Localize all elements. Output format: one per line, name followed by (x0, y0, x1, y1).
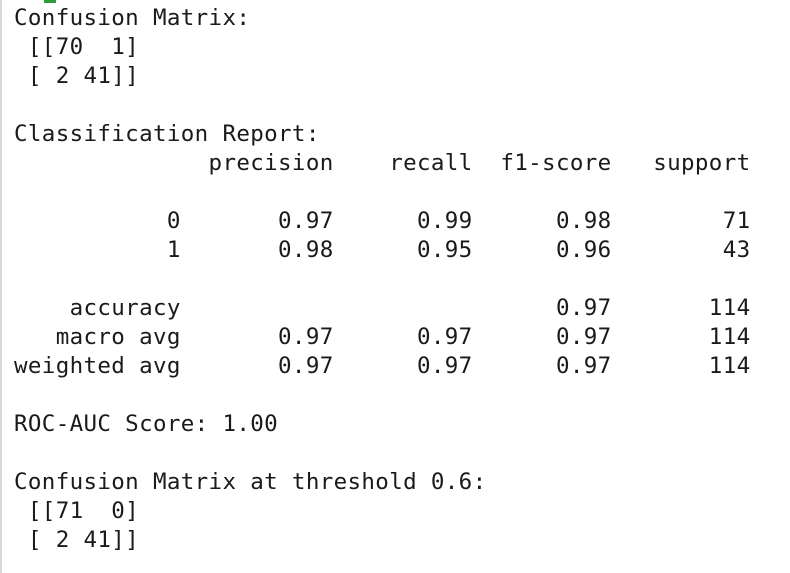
roc-auc-score-line: ROC-AUC Score: 1.00 (14, 411, 279, 437)
report-row-weighted-avg: weighted avg 0.97 0.97 0.97 114 (14, 353, 751, 379)
threshold-confusion-matrix-row-2: [ 2 41]] (14, 527, 140, 553)
report-row-macro-avg: macro avg 0.97 0.97 0.97 114 (14, 324, 751, 350)
threshold-confusion-matrix-heading: Confusion Matrix at threshold 0.6: (14, 469, 487, 495)
confusion-matrix-row-2: [ 2 41]] (14, 63, 140, 89)
report-row-class-1: 1 0.98 0.95 0.96 43 (14, 237, 751, 263)
confusion-matrix-row-1: [[70 1] (14, 34, 140, 60)
report-row-class-0: 0 0.97 0.99 0.98 71 (14, 208, 751, 234)
classification-report-heading: Classification Report: (14, 121, 320, 147)
confusion-matrix-heading: Confusion Matrix: (14, 5, 251, 31)
clipped-underscore-glyph (44, 0, 56, 3)
report-column-headers: precision recall f1-score support (14, 150, 751, 176)
console-output-text: Confusion Matrix: [[70 1] [ 2 41]] Classi… (14, 4, 751, 555)
console-output-panel: Confusion Matrix: [[70 1] [ 2 41]] Classi… (0, 0, 790, 573)
threshold-confusion-matrix-row-1: [[71 0] (14, 498, 140, 524)
report-row-accuracy: accuracy 0.97 114 (14, 295, 751, 321)
